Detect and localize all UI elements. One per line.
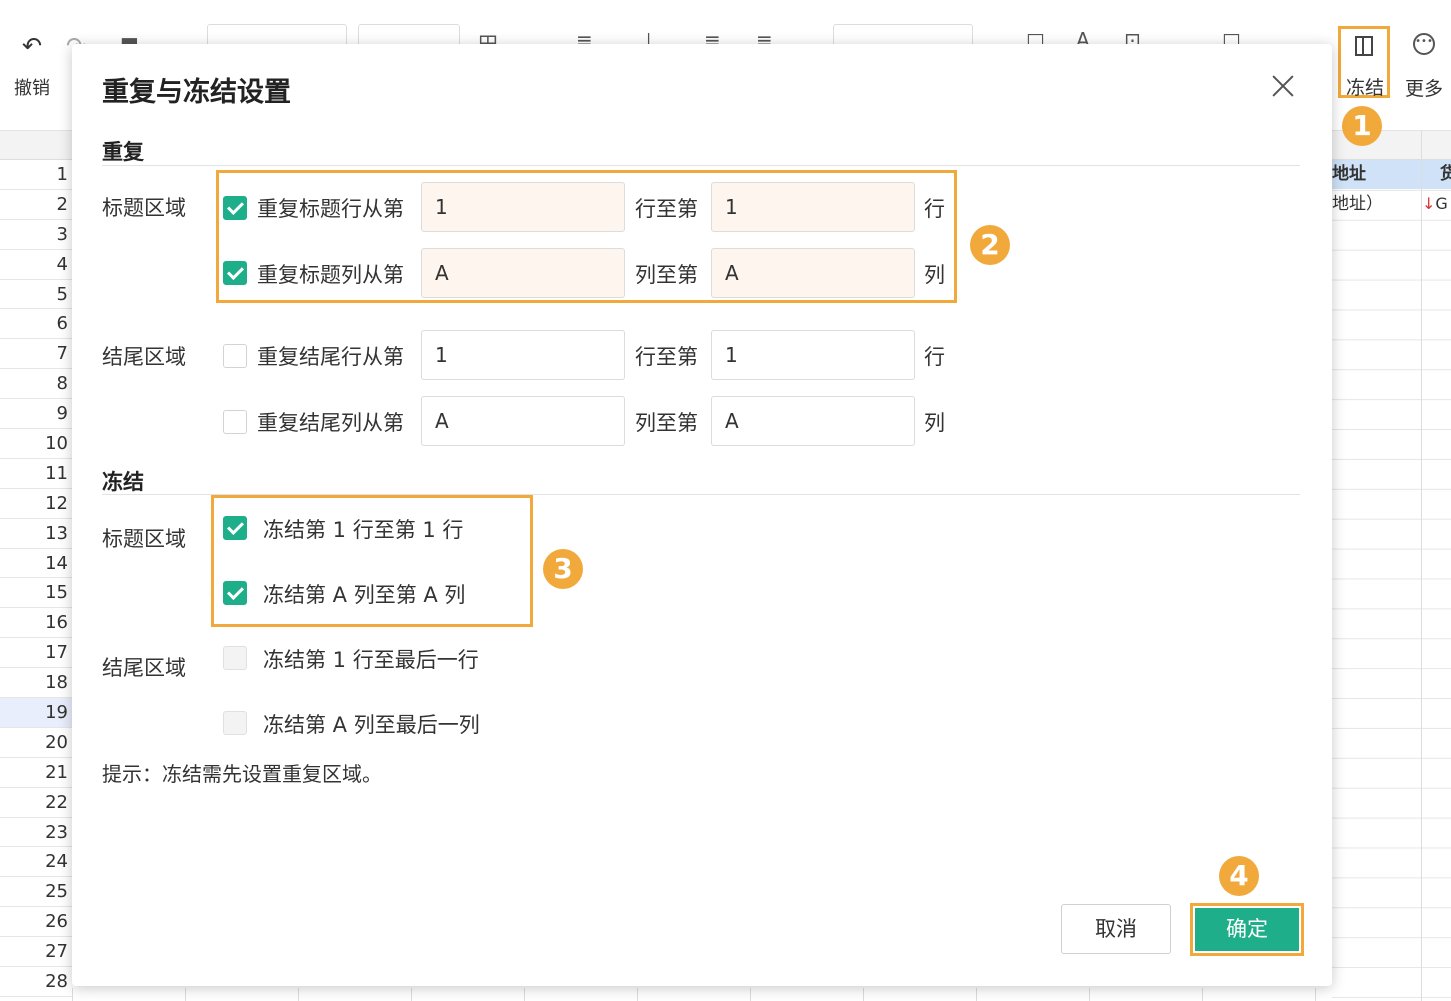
freeze-title-row-text: 冻结第 1 行至第 1 行 <box>263 518 464 542</box>
row-number[interactable]: 9 <box>0 399 72 430</box>
row-numbers: 1 2 3 4 5 6 7 8 9 10 11 12 13 14 15 16 17 18 19 20 21 22 23 24 2… <box>0 160 72 997</box>
repeat-footer-col-middle: 列至第 <box>635 411 698 435</box>
repeat-footer-col-from-input[interactable]: A <box>421 396 625 446</box>
repeat-footer-row-middle: 行至第 <box>635 345 698 369</box>
freeze-tip: 提示：冻结需先设置重复区域。 <box>102 762 382 786</box>
highlight-box-4: 确定 <box>1190 903 1304 956</box>
repeat-footer-row-to-input[interactable]: 1 <box>711 330 915 380</box>
row-number[interactable]: 21 <box>0 758 72 788</box>
repeat-title-area-label: 标题区域 <box>102 196 186 220</box>
row-number[interactable]: 25 <box>0 877 72 908</box>
row-number[interactable]: 19 <box>0 698 72 728</box>
section-divider <box>102 494 1300 495</box>
repeat-footer-area-label: 结尾区域 <box>102 345 186 369</box>
repeat-footer-col-to-input[interactable]: A <box>711 396 915 446</box>
freeze-title-col-checkbox[interactable] <box>223 581 247 605</box>
cell-address-header[interactable]: 地址 <box>1332 160 1421 189</box>
repeat-title-row-middle: 行至第 <box>635 197 698 221</box>
repeat-footer-row-prefix: 重复结尾行从第 <box>257 345 404 369</box>
repeat-title-col-suffix: 列 <box>924 263 945 287</box>
row-number[interactable]: 11 <box>0 459 72 489</box>
row-number[interactable]: 5 <box>0 280 72 310</box>
freeze-footer-col-checkbox[interactable] <box>223 711 247 735</box>
freeze-icon <box>1355 36 1373 56</box>
row-number[interactable]: 15 <box>0 578 72 609</box>
freeze-title-row-checkbox[interactable] <box>223 516 247 540</box>
ok-button[interactable]: 确定 <box>1195 908 1299 951</box>
repeat-title-col-prefix: 重复标题列从第 <box>257 263 404 287</box>
row-number[interactable]: 27 <box>0 937 72 968</box>
undo-icon[interactable]: ↶ <box>22 32 42 60</box>
cell-header-2[interactable]: 货 <box>1422 160 1451 189</box>
step-badge-1: 1 <box>1342 106 1382 146</box>
row-number[interactable]: 1 <box>0 160 72 190</box>
row-number[interactable]: 22 <box>0 788 72 818</box>
sheet-grid-bottom <box>72 988 1332 1001</box>
row-number[interactable]: 23 <box>0 818 72 848</box>
repeat-title-row-to-input[interactable]: 1 <box>711 182 915 232</box>
repeat-footer-col-prefix: 重复结尾列从第 <box>257 411 404 435</box>
repeat-title-col-from-input[interactable]: A <box>421 248 625 298</box>
freeze-label: 冻结 <box>1346 77 1385 99</box>
repeat-title-row-suffix: 行 <box>924 197 945 221</box>
row-number[interactable]: 10 <box>0 429 72 459</box>
row-number[interactable]: 24 <box>0 847 72 878</box>
row-number[interactable]: 16 <box>0 608 72 639</box>
repeat-title-col-to-input[interactable]: A <box>711 248 915 298</box>
row-number[interactable]: 18 <box>0 668 72 699</box>
cell-value-2[interactable]: ↓G（ <box>1422 191 1451 217</box>
section-title-repeat: 重复 <box>102 140 144 164</box>
row-number[interactable]: 26 <box>0 907 72 938</box>
freeze-footer-col-text: 冻结第 A 列至最后一列 <box>263 713 480 737</box>
row-number[interactable]: 13 <box>0 519 72 549</box>
down-arrow-icon: ↓ <box>1422 194 1436 213</box>
cell-value-2-text: G（ <box>1435 194 1451 213</box>
freeze-button[interactable]: 冻结 <box>1338 26 1390 99</box>
repeat-title-row-from-input[interactable]: 1 <box>421 182 625 232</box>
step-badge-2: 2 <box>970 225 1010 265</box>
row-number[interactable]: 28 <box>0 967 72 997</box>
repeat-footer-row-checkbox[interactable] <box>223 344 247 368</box>
row-number[interactable]: 4 <box>0 250 72 280</box>
repeat-footer-col-checkbox[interactable] <box>223 410 247 434</box>
more-icon[interactable]: ••• <box>1413 33 1435 55</box>
undo-label[interactable]: 撤销 <box>14 74 50 100</box>
row-number[interactable]: 6 <box>0 309 72 340</box>
row-number[interactable]: 17 <box>0 638 72 669</box>
cancel-button[interactable]: 取消 <box>1061 904 1171 954</box>
repeat-title-col-middle: 列至第 <box>635 263 698 287</box>
row-number[interactable]: 12 <box>0 489 72 519</box>
row-number[interactable]: 7 <box>0 339 72 370</box>
repeat-freeze-dialog: 重复与冻结设置 重复 标题区域 重复标题行从第 1 行至第 1 行 重复标题列从… <box>72 44 1332 986</box>
column-divider <box>1421 131 1422 1001</box>
freeze-footer-row-text: 冻结第 1 行至最后一行 <box>263 648 479 672</box>
row-number[interactable]: 14 <box>0 549 72 579</box>
close-icon[interactable] <box>1266 70 1300 104</box>
freeze-title-col-text: 冻结第 A 列至第 A 列 <box>263 583 466 607</box>
row-number[interactable]: 8 <box>0 369 72 400</box>
freeze-title-area-label: 标题区域 <box>102 527 186 551</box>
row-number[interactable]: 20 <box>0 728 72 758</box>
cell-address-value[interactable]: 地址） <box>1332 191 1383 217</box>
repeat-footer-col-suffix: 列 <box>924 411 945 435</box>
repeat-title-col-checkbox[interactable] <box>223 261 247 285</box>
step-badge-3: 3 <box>543 549 583 589</box>
more-label[interactable]: 更多 <box>1405 74 1443 101</box>
repeat-title-row-checkbox[interactable] <box>223 196 247 220</box>
dialog-title: 重复与冻结设置 <box>102 77 291 108</box>
step-badge-4: 4 <box>1219 856 1259 896</box>
repeat-footer-row-suffix: 行 <box>924 345 945 369</box>
repeat-title-row-prefix: 重复标题行从第 <box>257 197 404 221</box>
repeat-footer-row-from-input[interactable]: 1 <box>421 330 625 380</box>
row-number[interactable]: 3 <box>0 220 72 250</box>
sheet-grid[interactable] <box>1332 160 1451 1001</box>
freeze-footer-row-checkbox[interactable] <box>223 646 247 670</box>
section-divider <box>102 165 1300 166</box>
freeze-footer-area-label: 结尾区域 <box>102 656 186 680</box>
row-number[interactable]: 2 <box>0 190 72 220</box>
section-title-freeze: 冻结 <box>102 470 144 494</box>
